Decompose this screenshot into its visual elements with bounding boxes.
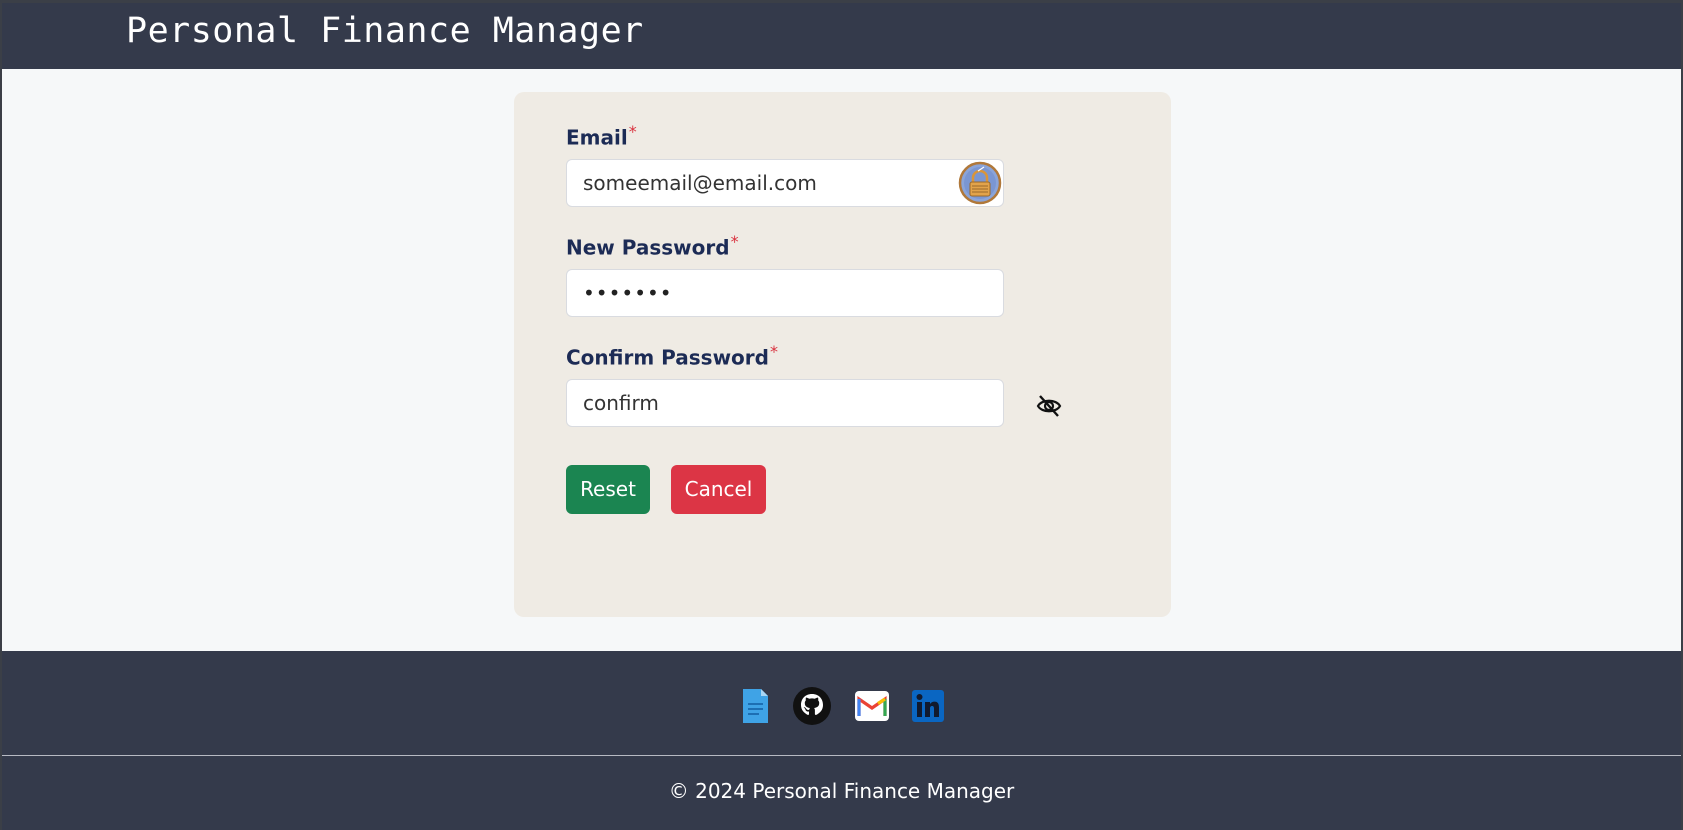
confirm-password-label-text: Confirm Password — [566, 345, 769, 370]
new-password-label: New Password* — [566, 232, 739, 260]
navbar: Personal Finance Manager — [2, 3, 1681, 69]
eye-slash-icon[interactable] — [1035, 392, 1063, 420]
github-icon[interactable] — [792, 686, 832, 726]
new-password-field[interactable]: ••••••• — [566, 269, 1004, 317]
app-title[interactable]: Personal Finance Manager — [126, 11, 644, 51]
email-label-text: Email — [566, 125, 628, 150]
main-content: Email* someemail@email.com New Password*… — [2, 69, 1681, 651]
linkedin-icon[interactable] — [908, 686, 948, 726]
reset-password-card: Email* someemail@email.com New Password*… — [514, 92, 1171, 617]
page: Personal Finance Manager Email* someemai… — [0, 0, 1683, 830]
new-password-value: ••••••• — [583, 281, 673, 305]
gmail-icon[interactable] — [852, 686, 892, 726]
email-required-mark: * — [628, 122, 637, 141]
cancel-button[interactable]: Cancel — [671, 465, 766, 514]
confirm-password-value: confirm — [583, 391, 659, 415]
password-manager-lock-icon[interactable] — [958, 161, 1002, 205]
confirm-password-label: Confirm Password* — [566, 342, 778, 370]
footer-divider — [2, 755, 1681, 756]
copyright-text: © 2024 Personal Finance Manager — [668, 779, 1015, 803]
reset-button[interactable]: Reset — [566, 465, 650, 514]
confirm-password-field[interactable]: confirm — [566, 379, 1004, 427]
document-icon[interactable] — [735, 686, 775, 726]
new-password-label-text: New Password — [566, 235, 730, 260]
footer: © 2024 Personal Finance Manager — [2, 651, 1681, 830]
email-label: Email* — [566, 122, 637, 150]
confirm-password-required-mark: * — [769, 342, 778, 361]
email-value: someemail@email.com — [583, 171, 817, 195]
email-field[interactable]: someemail@email.com — [566, 159, 1004, 207]
new-password-required-mark: * — [730, 232, 739, 251]
